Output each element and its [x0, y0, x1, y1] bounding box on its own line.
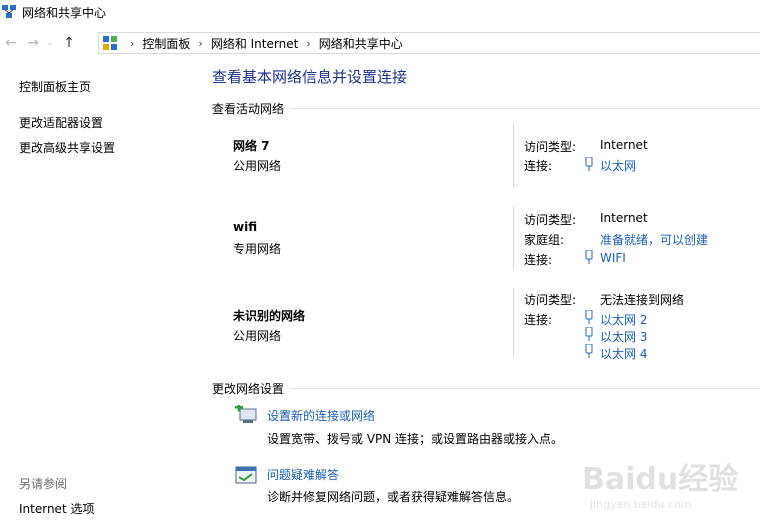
task-description: 诊断并修复网络问题，或者获得疑难解答信息。	[267, 490, 520, 504]
access-type-value: Internet	[600, 211, 648, 225]
connection-link[interactable]: 以太网 2	[600, 311, 647, 328]
section-label: 查看活动网络	[212, 102, 285, 116]
sidebar-item-control-panel-home[interactable]: 控制面板主页	[19, 78, 91, 95]
active-networks-header: 查看活动网络	[212, 100, 760, 117]
address-bar[interactable]: › 控制面板 › 网络和 Internet › 网络和共享中心	[98, 32, 760, 54]
network-name: wifi	[233, 220, 258, 234]
ethernet-icon	[585, 157, 593, 171]
homegroup-label: 家庭组:	[524, 233, 565, 247]
network-center-icon	[2, 5, 16, 18]
connection-link[interactable]: WIFI	[600, 251, 626, 265]
access-type-value: 无法连接到网络	[600, 293, 685, 307]
ethernet-icon	[585, 344, 593, 358]
connection-link[interactable]: 以太网 3	[600, 328, 647, 345]
divider	[290, 108, 760, 109]
connection-label: 连接:	[524, 253, 553, 267]
access-type-label: 访问类型:	[524, 293, 577, 307]
breadcrumb-network-internet[interactable]: 网络和 Internet	[211, 35, 298, 52]
chevron-down-icon[interactable]: ⌄	[44, 32, 56, 54]
breadcrumb-network-sharing-center[interactable]: 网络和共享中心	[319, 35, 403, 52]
network-name: 网络 7	[233, 139, 270, 153]
divider	[513, 123, 514, 187]
divider	[513, 206, 514, 270]
access-type-label: 访问类型:	[524, 213, 577, 227]
main-content: 查看基本网络信息并设置连接 查看活动网络 网络 7 公用网络 访问类型: Int…	[212, 56, 760, 522]
troubleshoot-icon	[235, 466, 257, 484]
chevron-right-icon: ›	[198, 36, 203, 50]
baidu-watermark: Baidu经验 jingyan.baidu.com	[582, 454, 752, 516]
connection-link[interactable]: 以太网 4	[600, 345, 647, 362]
control-panel-icon	[103, 36, 117, 50]
breadcrumb-control-panel[interactable]: 控制面板	[142, 35, 190, 52]
sidebar-item-change-adapter-settings[interactable]: 更改适配器设置	[19, 114, 103, 131]
arrow-up-icon[interactable]: ↑	[58, 32, 80, 54]
network-name: 未识别的网络	[233, 309, 306, 323]
troubleshoot-link[interactable]: 问题疑难解答	[267, 466, 339, 483]
new-connection-icon	[235, 405, 257, 423]
window-title: 网络和共享中心	[22, 5, 107, 20]
title-bar: 网络和共享中心	[0, 0, 760, 24]
chevron-right-icon: ›	[130, 36, 135, 50]
watermark-logo-text: Baidu经验	[582, 462, 739, 497]
divider	[513, 288, 514, 356]
ethernet-icon	[585, 327, 593, 341]
arrow-left-icon[interactable]: ←	[0, 32, 22, 54]
ethernet-icon	[585, 310, 593, 324]
network-type: 专用网络	[233, 242, 282, 256]
see-also-label: 另请参阅	[19, 477, 68, 491]
homegroup-link[interactable]: 准备就绪，可以创建	[600, 231, 708, 248]
wifi-adapter-icon	[585, 250, 593, 264]
arrow-right-icon[interactable]: →	[22, 32, 44, 54]
connection-label: 连接:	[524, 159, 553, 173]
section-label: 更改网络设置	[212, 382, 285, 396]
network-type: 公用网络	[233, 159, 282, 173]
page-title: 查看基本网络信息并设置连接	[212, 68, 408, 86]
change-settings-header: 更改网络设置	[212, 380, 760, 397]
setup-new-connection-link[interactable]: 设置新的连接或网络	[267, 407, 375, 424]
access-type-value: Internet	[600, 138, 648, 152]
chevron-right-icon: ›	[306, 36, 311, 50]
connection-label: 连接:	[524, 313, 553, 327]
watermark-url-text: jingyan.baidu.com	[590, 498, 692, 511]
sidebar: 控制面板主页 更改适配器设置 更改高级共享设置 另请参阅 Internet 选项	[0, 56, 196, 522]
task-description: 设置宽带、拨号或 VPN 连接；或设置路由器或接入点。	[267, 432, 564, 446]
sidebar-item-internet-options[interactable]: Internet 选项	[19, 500, 94, 517]
connection-link[interactable]: 以太网	[600, 157, 636, 174]
navigation-bar: ← → ⌄ ↑ › 控制面板 › 网络和 Internet › 网络和共享中心	[0, 30, 760, 56]
network-type: 公用网络	[233, 329, 282, 343]
divider	[290, 388, 760, 389]
sidebar-item-change-advanced-sharing[interactable]: 更改高级共享设置	[19, 139, 115, 156]
access-type-label: 访问类型:	[524, 140, 577, 154]
